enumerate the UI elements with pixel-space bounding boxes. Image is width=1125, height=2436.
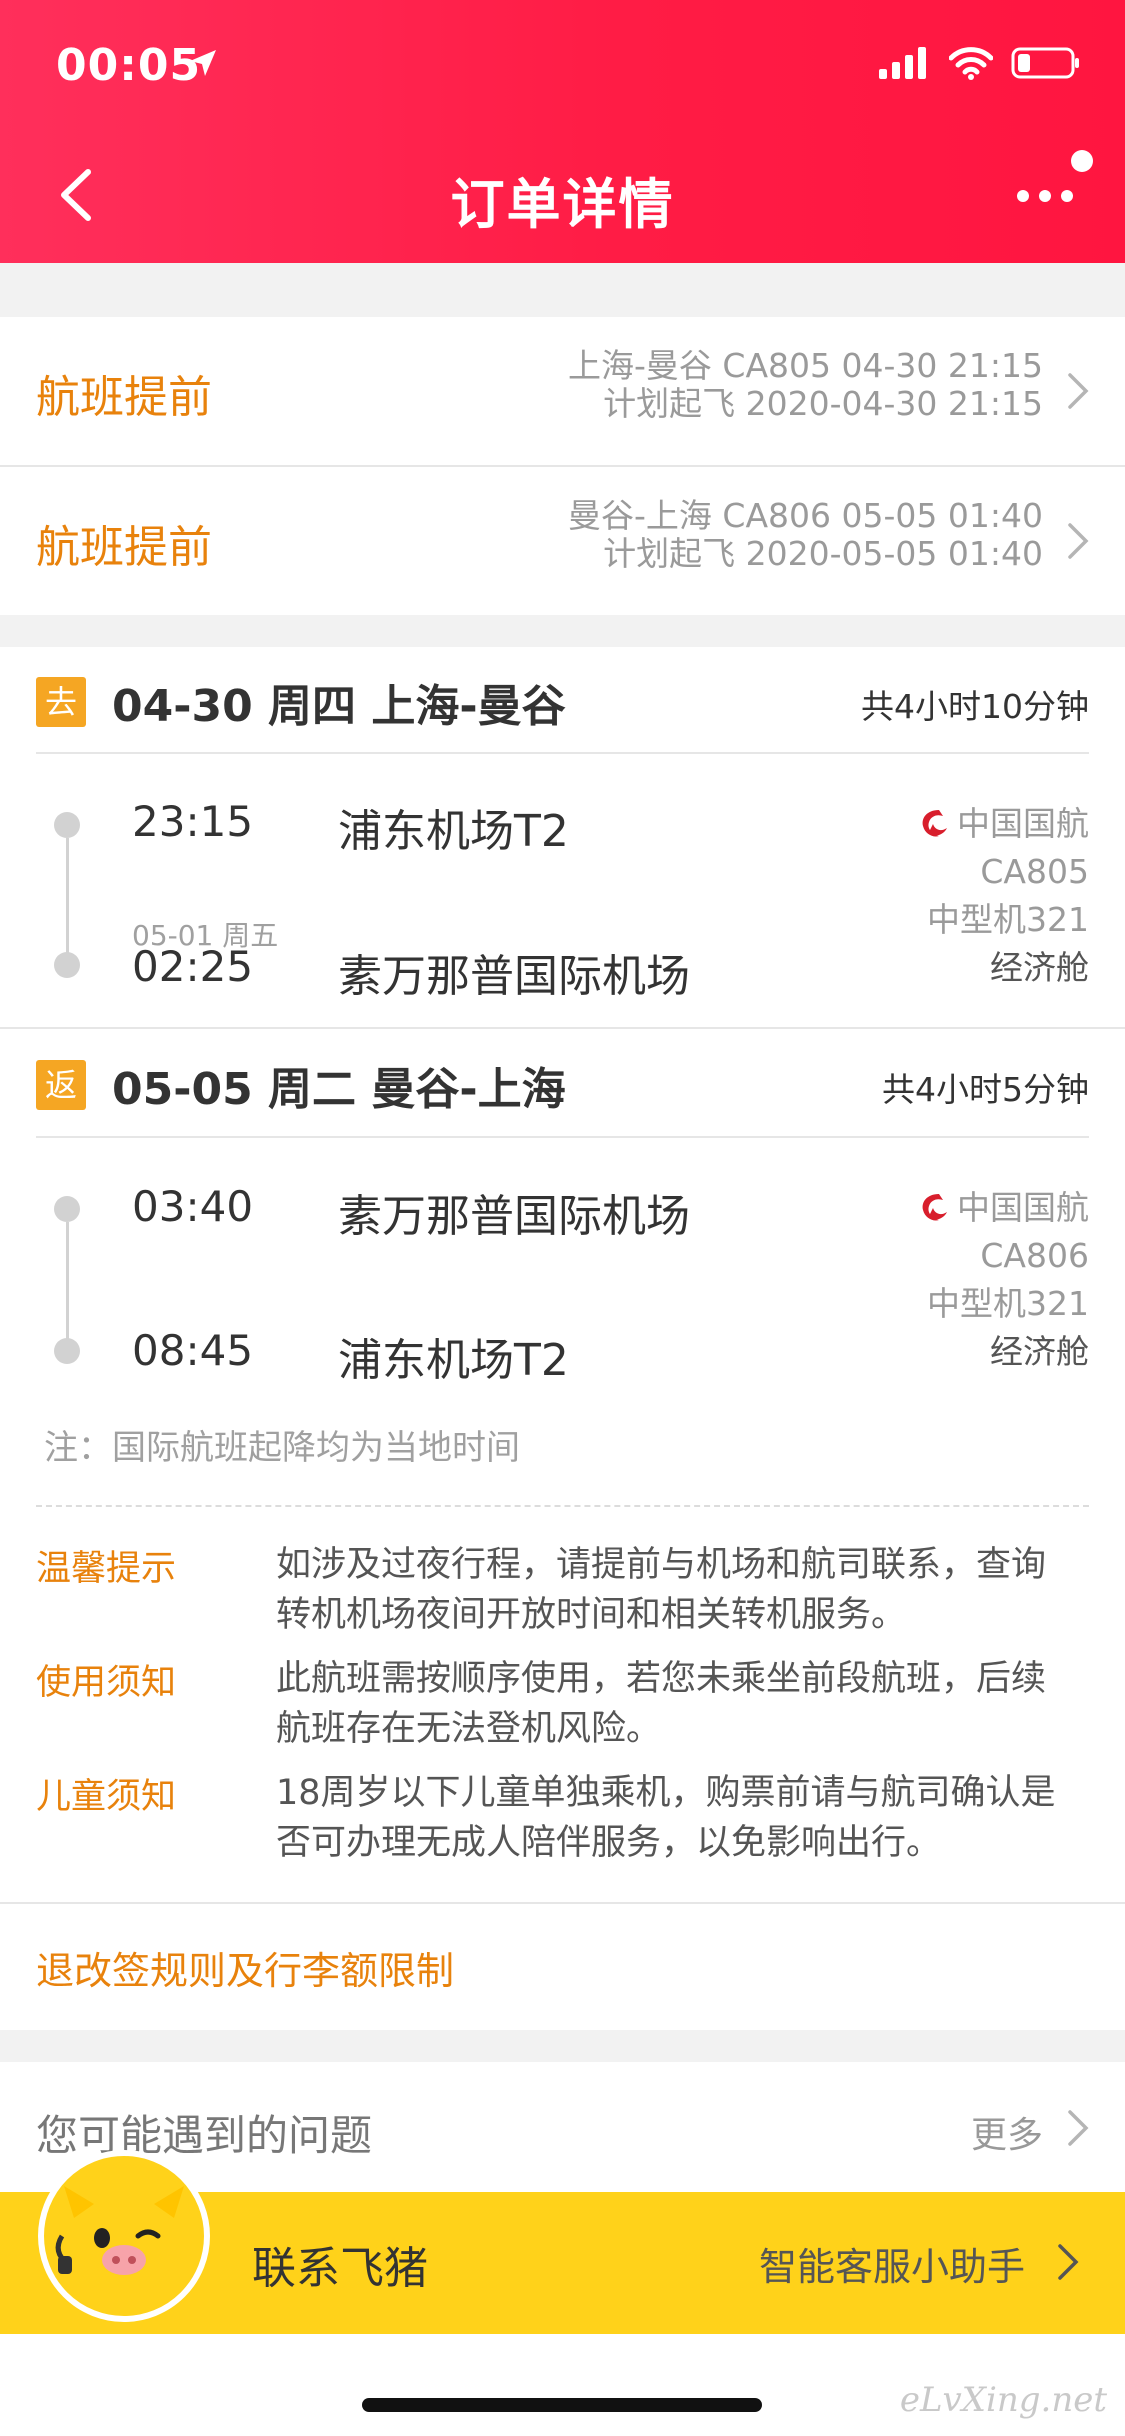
arrival-airport: 素万那普国际机场 xyxy=(338,951,690,1002)
airline-info: 中国国航 CA805 中型机321 经济舱 xyxy=(917,800,1089,992)
timeline-line xyxy=(66,1222,69,1352)
alert-label: 航班提前 xyxy=(36,372,212,423)
divider xyxy=(36,752,1089,754)
battery-icon xyxy=(1011,46,1081,84)
arrival-time: 02:25 xyxy=(132,942,254,991)
status-icons xyxy=(879,46,1081,84)
pig-mascot-icon xyxy=(55,2186,184,2296)
divider xyxy=(0,1027,1125,1029)
arrival-dot xyxy=(54,1338,80,1364)
alert-line1: 上海-曼谷 CA805 04-30 21:15 xyxy=(568,346,1043,385)
flight-number: CA805 xyxy=(980,852,1089,891)
refund-rules-link[interactable]: 退改签规则及行李额限制 xyxy=(36,1940,454,1995)
departure-airport: 浦东机场T2 xyxy=(338,806,569,857)
tip-key: 儿童须知 xyxy=(36,1777,177,1817)
alert-info: 曼谷-上海 CA806 05-05 01:40 计划起飞 2020-05-05 … xyxy=(568,497,1043,573)
airline-info: 中国国航 CA806 中型机321 经济舱 xyxy=(917,1184,1089,1376)
faq-title: 您可能遇到的问题 xyxy=(36,2111,373,2160)
tip-key: 温馨提示 xyxy=(36,1549,177,1589)
home-indicator[interactable] xyxy=(362,2398,762,2412)
tip-key: 使用须知 xyxy=(36,1663,177,1703)
page-title: 订单详情 xyxy=(450,173,675,236)
location-arrow-icon xyxy=(186,46,220,84)
alert-line1: 曼谷-上海 CA806 05-05 01:40 xyxy=(568,496,1043,535)
chevron-right-icon xyxy=(1068,2110,1089,2146)
cabin-class: 经济舱 xyxy=(990,948,1089,987)
arrival-dot xyxy=(54,952,80,978)
tip-children: 儿童须知 18周岁以下儿童单独乘机，购票前请与航司确认是否可办理无成人陪伴服务，… xyxy=(36,1768,1089,1878)
airline-name-row: 中国国航 xyxy=(917,1184,1089,1232)
departure-time: 23:15 xyxy=(132,797,254,846)
leg-duration: 共4小时5分钟 xyxy=(882,1070,1089,1109)
airline-name: 中国国航 xyxy=(957,804,1089,843)
outbound-tag: 去 xyxy=(36,677,86,727)
airline-name: 中国国航 xyxy=(957,1188,1089,1227)
flight-number: CA806 xyxy=(980,1236,1089,1275)
section-gap xyxy=(0,2030,1125,2062)
leg-duration: 共4小时10分钟 xyxy=(861,687,1089,726)
departure-airport: 素万那普国际机场 xyxy=(338,1191,690,1242)
aircraft-type: 中型机321 xyxy=(927,1284,1089,1323)
airline-name-row: 中国国航 xyxy=(917,800,1089,848)
faq-more[interactable]: 更多 xyxy=(971,2106,1043,2158)
alert-line2: 计划起飞 2020-05-05 01:40 xyxy=(603,534,1043,573)
app-header: 00:05 订单详情 xyxy=(0,0,1125,263)
more-button[interactable] xyxy=(1015,186,1075,206)
flight-change-alert[interactable]: 航班提前 上海-曼谷 CA805 04-30 21:15 计划起飞 2020-0… xyxy=(0,317,1125,465)
alert-label: 航班提前 xyxy=(36,522,212,573)
section-gap xyxy=(0,263,1125,317)
divider xyxy=(0,1902,1125,1904)
return-tag: 返 xyxy=(36,1060,86,1110)
tip-overnight: 温馨提示 如涉及过夜行程，请提前与机场和航司联系，查询转机机场夜间开放时间和相关… xyxy=(36,1540,1089,1650)
departure-dot xyxy=(54,812,80,838)
notification-dot xyxy=(1071,150,1093,172)
leg-title: 05-05 周二 曼谷-上海 xyxy=(112,1064,566,1115)
status-time: 00:05 xyxy=(56,40,202,91)
chevron-right-icon xyxy=(1068,373,1089,409)
timeline-line xyxy=(66,838,69,968)
departure-dot xyxy=(54,1196,80,1222)
aircraft-type: 中型机321 xyxy=(927,900,1089,939)
chevron-right-icon xyxy=(1058,2244,1079,2280)
watermark: eLvXing.net xyxy=(899,2380,1107,2420)
dashed-divider xyxy=(36,1505,1089,1507)
arrival-time: 08:45 xyxy=(132,1326,254,1375)
cabin-class: 经济舱 xyxy=(990,1332,1089,1371)
contact-label: 联系飞猪 xyxy=(252,2243,428,2294)
arrival-airport: 浦东机场T2 xyxy=(338,1335,569,1386)
tip-value: 如涉及过夜行程，请提前与机场和航司联系，查询转机机场夜间开放时间和相关转机服务。 xyxy=(276,1545,1047,1635)
alert-line2: 计划起飞 2020-04-30 21:15 xyxy=(603,384,1043,423)
alert-info: 上海-曼谷 CA805 04-30 21:15 计划起飞 2020-04-30 … xyxy=(568,347,1043,423)
tip-usage: 使用须知 此航班需按顺序使用，若您未乘坐前段航班，后续航班存在无法登机风险。 xyxy=(36,1654,1089,1764)
mascot-avatar xyxy=(38,2150,210,2322)
air-china-logo-icon xyxy=(922,1194,947,1221)
leg-title: 04-30 周四 上海-曼谷 xyxy=(112,681,566,732)
air-china-logo-icon xyxy=(922,810,947,837)
flight-change-alert[interactable]: 航班提前 曼谷-上海 CA806 05-05 01:40 计划起飞 2020-0… xyxy=(0,467,1125,615)
more-icon xyxy=(1017,190,1073,202)
local-time-note: 注：国际航班起降均为当地时间 xyxy=(44,1428,520,1468)
tip-value: 此航班需按顺序使用，若您未乘坐前段航班，后续航班存在无法登机风险。 xyxy=(276,1659,1047,1749)
section-gap xyxy=(0,615,1125,647)
divider xyxy=(36,1136,1089,1138)
chevron-right-icon xyxy=(1068,523,1089,559)
signal-icon xyxy=(879,47,931,83)
assistant-button[interactable]: 智能客服小助手 xyxy=(759,2236,1025,2291)
departure-time: 03:40 xyxy=(132,1182,254,1231)
wifi-icon xyxy=(948,46,994,84)
tip-value: 18周岁以下儿童单独乘机，购票前请与航司确认是否可办理无成人陪伴服务，以免影响出… xyxy=(276,1773,1056,1863)
